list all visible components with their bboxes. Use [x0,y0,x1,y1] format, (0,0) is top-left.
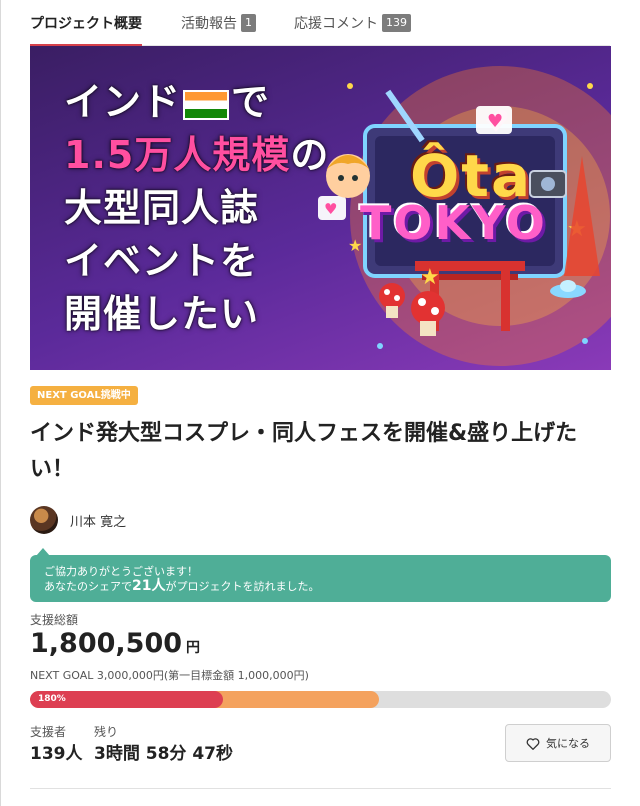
count-badge: 1 [241,14,256,32]
hero-headline: インドで 1.5万人規模の 大型同人誌 イベントを 開催したい [64,76,329,341]
tab-label: 応援コメント [294,16,378,32]
hero-headline-line: 開催したい [64,292,260,336]
favorite-button[interactable]: 気になる [505,724,611,762]
tab-project-overview[interactable]: プロジェクト概要 [30,0,142,47]
share-thanks-line: ご協力ありがとうございます！ [44,565,198,578]
remaining-label: 残り [94,725,119,739]
next-goal-text: NEXT GOAL 3,000,000円(第一目標金額 1,000,000円) [30,669,309,682]
total-amount: 1,800,500 円 [30,628,200,659]
remaining-time: 3時間 58分 47秒 [94,744,233,764]
tokyo-logo-text: TOKYO [360,196,547,250]
progress-percent: 180% [38,694,66,704]
next-goal-badge: NEXT GOAL挑戦中 [30,386,138,405]
tab-label: 活動報告 [181,16,237,32]
section-divider [30,788,611,789]
project-hero-image: ♥ ♥ ★ ★ ★ インドで 1.5万人規模の 大型同人誌 イベントを 開催し [30,46,611,370]
india-flag-icon [183,89,230,120]
favorite-label: 気になる [546,738,590,750]
hero-headline-line: 大型同人誌 [64,186,260,230]
hero-headline-line: イベントを [64,239,260,283]
left-border [0,0,1,806]
hero-headline-line: 1.5万人規模の [64,133,330,177]
project-tabs: プロジェクト概要 活動報告 1 応援コメント 139 [30,0,610,47]
backers-label: 支援者 [30,725,67,739]
currency-unit: 円 [186,640,201,656]
project-owner[interactable]: 川本 寛之 [30,505,126,535]
share-visitor-count: 21人 [132,578,166,594]
heart-icon [526,737,540,750]
share-thanks-bubble: ご協力ありがとうございます！ あなたのシェアで21人がプロジェクトを訪れました。 [30,555,611,602]
total-amount-value: 1,800,500 [30,628,183,659]
tab-activity-reports[interactable]: 活動報告 1 [181,0,256,46]
backers-count: 139人 [30,744,83,764]
svg-text:♥: ♥ [487,111,503,132]
project-title: インド発大型コスプレ・同人フェスを開催&盛り上げたい！ [30,421,578,482]
hero-headline-line: インドで [64,80,271,124]
count-badge: 139 [382,14,411,32]
tab-label: プロジェクト概要 [30,16,142,32]
share-visits-line: あなたのシェアで21人がプロジェクトを訪れました。 [44,578,320,594]
funding-progress-bar: 180% [30,691,611,708]
tab-support-comments[interactable]: 応援コメント 139 [294,0,411,46]
total-support-label: 支援総額 [30,613,79,627]
avatar[interactable] [30,506,58,534]
owner-name[interactable]: 川本 寛之 [70,511,126,530]
svg-text:★: ★ [420,265,440,290]
